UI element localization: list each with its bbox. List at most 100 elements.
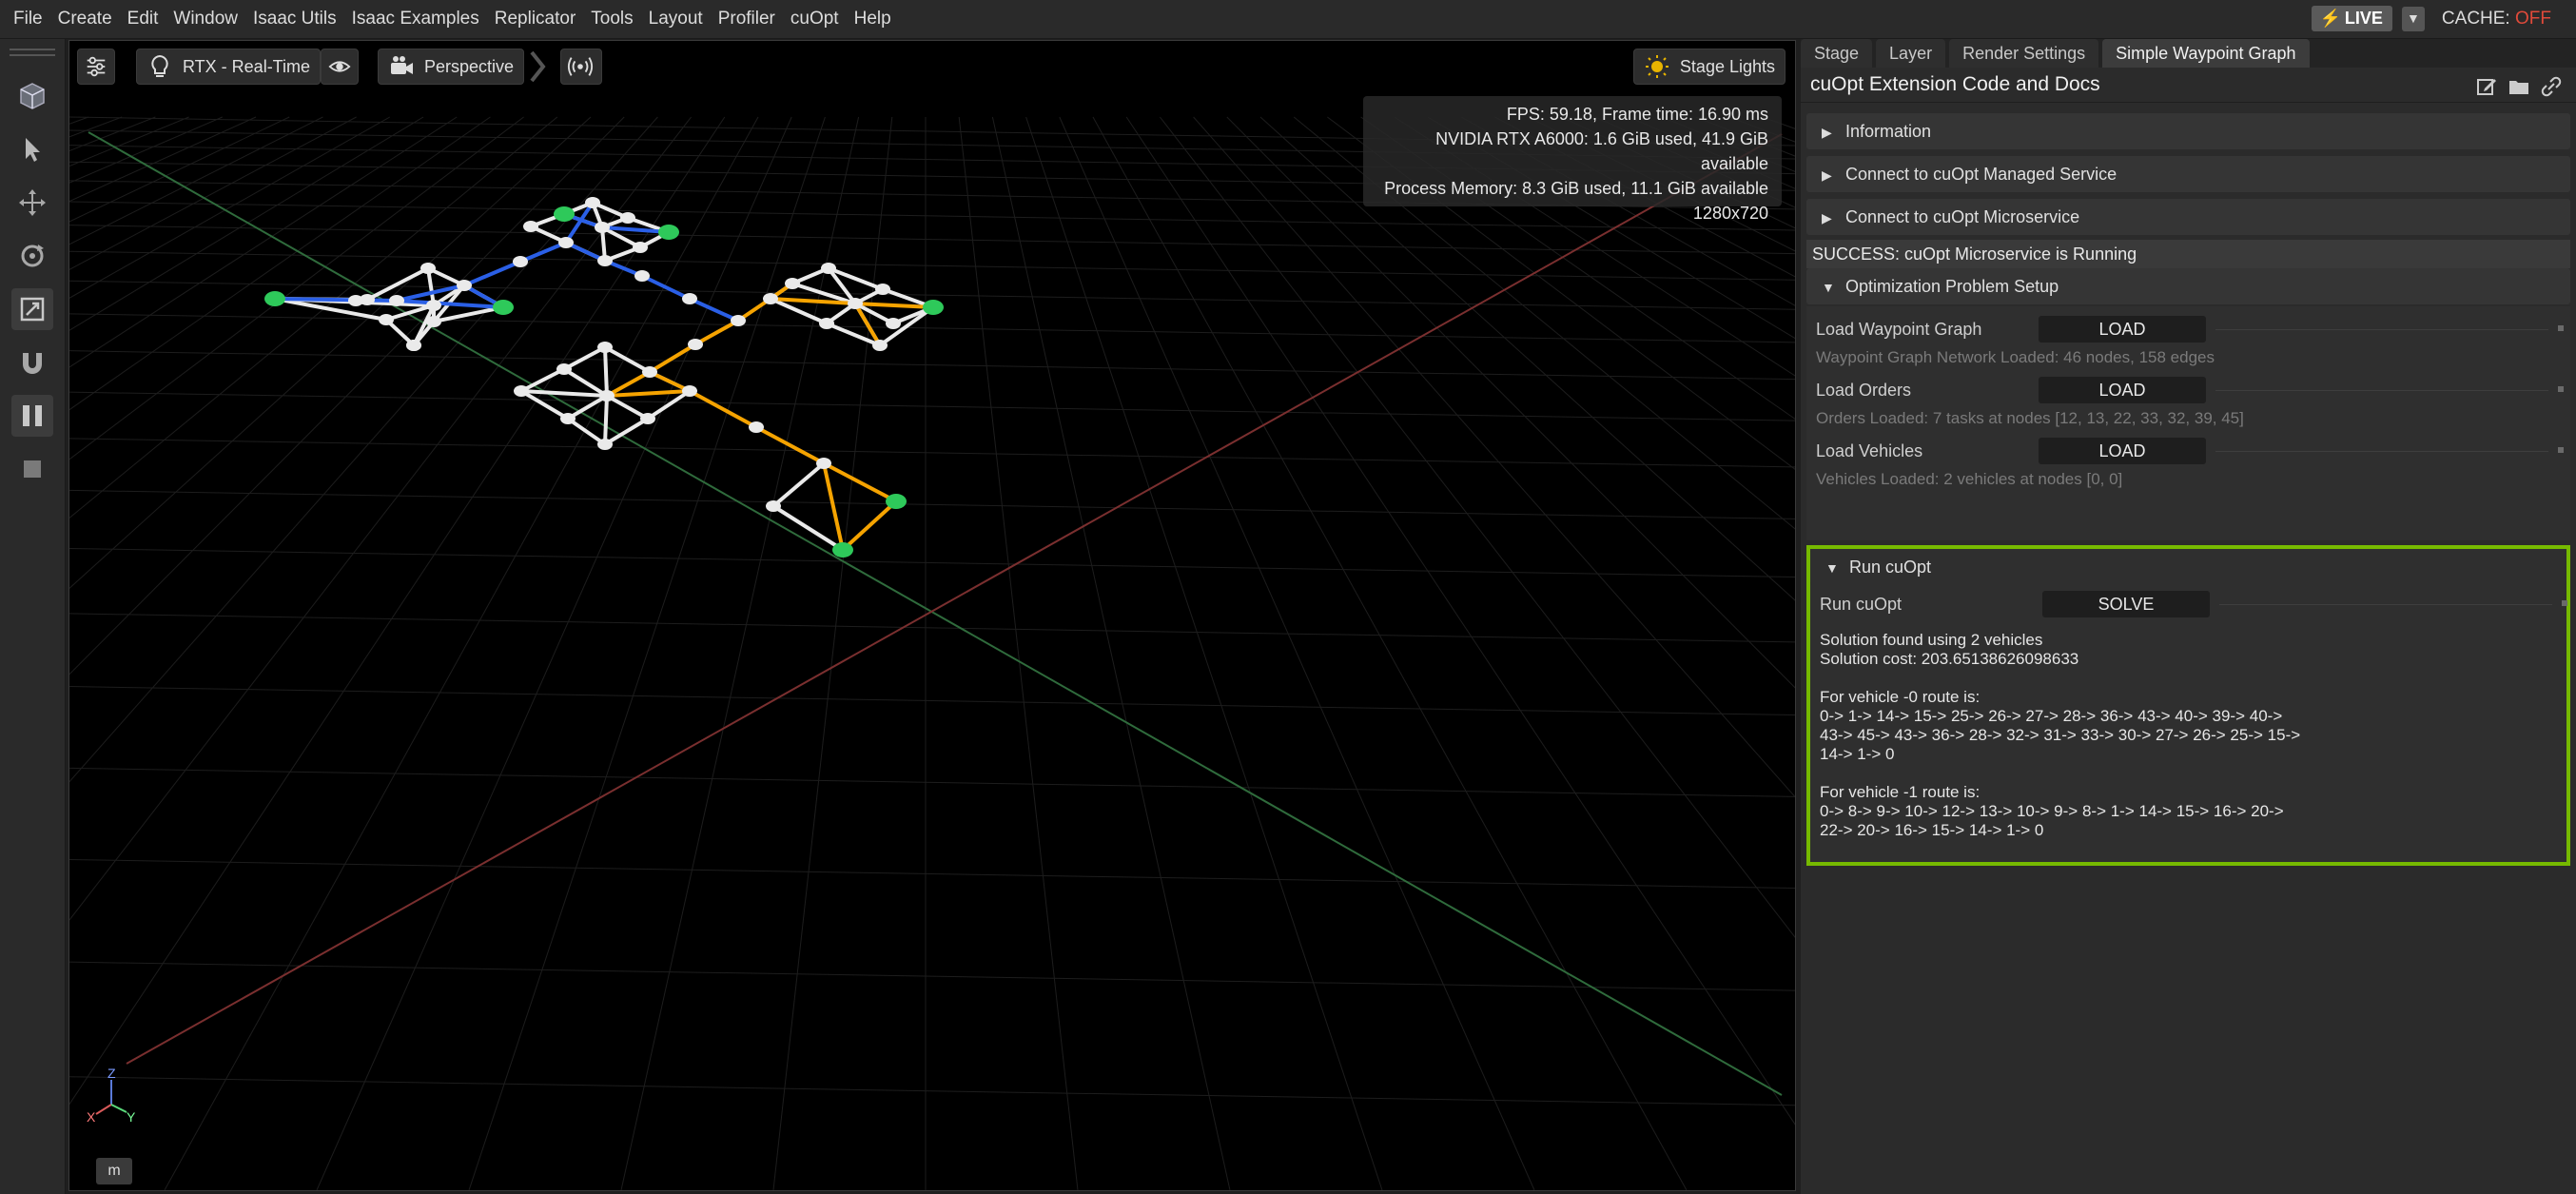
viewport-settings-button[interactable] [77,49,115,85]
microservice-label: Connect to cuOpt Microservice [1845,207,2080,226]
grid-line [69,116,458,368]
load-waypoint-button[interactable]: LOAD [2039,316,2206,343]
grid-line [69,767,1795,797]
menu-cuopt[interactable]: cuOpt [783,0,847,38]
scale-icon[interactable] [11,288,53,330]
menu-layout[interactable]: Layout [641,0,711,38]
run-cuopt-row: Run cuOpt SOLVE [1820,591,2571,617]
cache-status[interactable]: CACHE: OFF [2442,9,2551,29]
viewport[interactable]: RTX - Real-Time Perspective Stage Lights… [68,40,1796,1191]
grid-line [69,547,1795,577]
task-node [886,494,907,509]
waypoint-node [819,318,834,329]
folder-icon[interactable] [2508,75,2530,98]
sliders-icon [87,56,106,77]
grid-line [164,116,759,1190]
divider [2215,390,2548,391]
problem-setup-section-header[interactable]: ▼ Optimization Problem Setup [1806,268,2570,304]
grid-line [69,438,1795,468]
waypoint-node [426,300,441,311]
broadcast-icon [567,57,594,76]
waypoint-node [731,315,746,326]
row-handle [2562,600,2567,606]
gpu-memory-readout: NVIDIA RTX A6000: 1.6 GiB used, 41.9 GiB… [1435,129,1768,173]
grid-line [1259,116,1795,601]
camera-button[interactable]: Perspective [378,49,525,85]
divider [2215,329,2548,330]
grid-line [620,116,860,1190]
move-icon[interactable] [11,182,53,224]
live-dropdown-button[interactable]: ▼ [2401,6,2425,31]
waypoint-node [597,342,613,353]
waypoint-node [597,439,613,450]
menu-profiler[interactable]: Profiler [711,0,783,38]
toolbar-grip [10,49,55,50]
solution-output: Solution found using 2 vehicles Solution… [1820,631,2301,839]
ground-grid [69,116,1795,1190]
menu-create[interactable]: Create [50,0,120,38]
menu-edit[interactable]: Edit [120,0,166,38]
tab-simple-waypoint-graph[interactable]: Simple Waypoint Graph [2102,39,2310,68]
waypoint-node [595,222,610,233]
menu-replicator[interactable]: Replicator [487,0,584,38]
visibility-button[interactable] [321,49,359,85]
run-cuopt-section-header[interactable]: ▼ Run cuOpt [1810,549,2566,585]
information-section-header[interactable]: ▶ Information [1806,113,2570,149]
tab-stage[interactable]: Stage [1801,39,1873,68]
waypoint-node [682,293,697,304]
cache-label: CACHE: [2441,8,2510,29]
stop-icon[interactable] [11,448,53,490]
snap-magnet-icon[interactable] [11,342,53,383]
orders-status: Orders Loaded: 7 tasks at nodes [12, 13,… [1816,409,2244,427]
stage-lights-menu: Stage Lights [1632,49,1786,85]
managed-service-section-header[interactable]: ▶ Connect to cuOpt Managed Service [1806,156,2570,192]
grid-line [69,116,625,675]
waypoint-node [749,421,764,433]
chevron-down-icon: ▼ [2406,10,2420,26]
managed-service-label: Connect to cuOpt Managed Service [1845,165,2117,184]
graph-edge [603,345,609,398]
load-orders-button[interactable]: LOAD [2039,377,2206,403]
menu-isaac-examples[interactable]: Isaac Examples [344,0,487,38]
live-button[interactable]: ⚡ LIVE [2312,6,2392,31]
menu-isaac-utils[interactable]: Isaac Utils [245,0,344,38]
sensor-menu [560,49,602,85]
grid-line [69,1076,1795,1106]
cube-icon[interactable] [11,75,53,117]
waypoint-node [513,256,528,267]
units-button[interactable]: m [96,1158,132,1184]
microservice-section-header[interactable]: ▶ Connect to cuOpt Microservice [1806,199,2570,235]
menu-file[interactable]: File [0,0,50,38]
pause-icon[interactable] [11,395,53,437]
waypoint-node [620,212,635,224]
load-vehicles-button[interactable]: LOAD [2039,438,2206,464]
left-toolbar [0,39,66,1194]
waypoint-node [875,284,890,295]
performance-stats: FPS: 59.18, Frame time: 16.90 ms NVIDIA … [1363,96,1782,223]
toolbar-grip [10,54,55,56]
lightning-icon: ⚡ [2319,9,2341,28]
waypoint-node [426,316,441,327]
edit-icon[interactable] [2475,75,2498,98]
grid-line [1394,116,1795,377]
stage-lights-button[interactable]: Stage Lights [1632,49,1786,85]
menu-window[interactable]: Window [166,0,245,38]
graph-edge [603,417,650,446]
waypoint-node [872,340,888,351]
grid-line [69,116,491,411]
grid-line [69,116,424,331]
renderer-button[interactable]: RTX - Real-Time [136,49,322,85]
tab-render-settings[interactable]: Render Settings [1949,39,2099,68]
menu-help[interactable]: Help [847,0,899,38]
task-node [493,300,514,315]
run-cuopt-section: ▼ Run cuOpt Run cuOpt SOLVE Solution fou… [1806,545,2570,866]
vehicle-1-route-edge [273,297,399,303]
menu-tools[interactable]: Tools [583,0,640,38]
select-arrow-icon[interactable] [11,128,53,170]
link-icon[interactable] [2540,75,2563,98]
tab-layer[interactable]: Layer [1876,39,1946,68]
sensor-button[interactable] [560,49,602,85]
extension-actions [2475,75,2563,98]
solve-button[interactable]: SOLVE [2042,591,2210,617]
rotate-icon[interactable] [11,235,53,277]
